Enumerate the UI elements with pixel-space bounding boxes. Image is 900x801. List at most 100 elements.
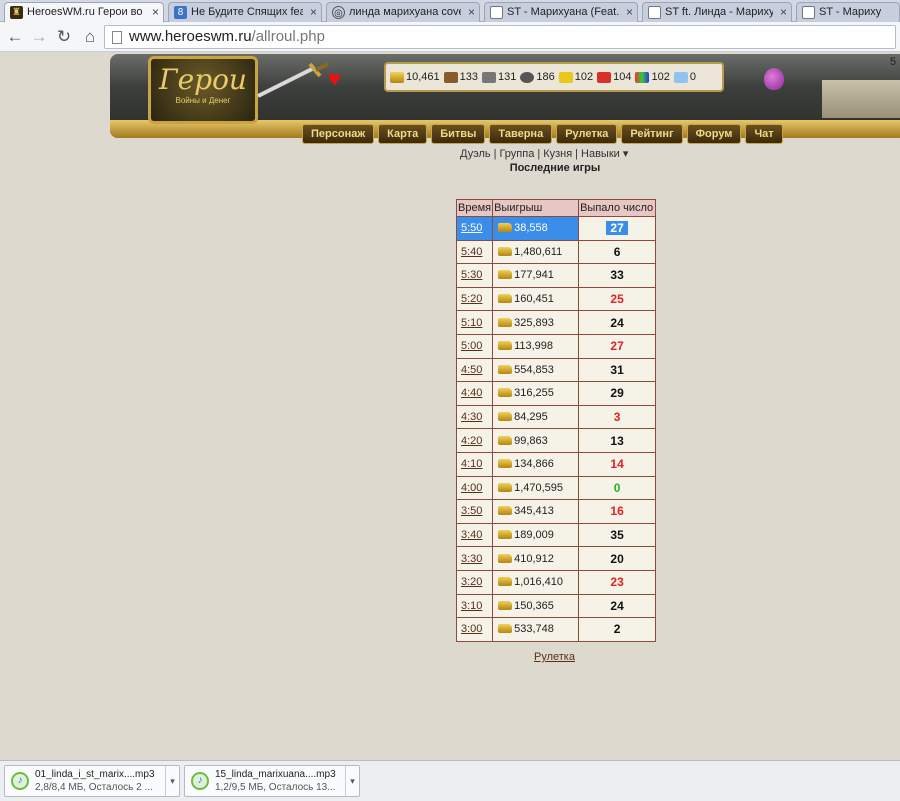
game-time-link[interactable]: 3:10 bbox=[459, 600, 482, 612]
tab-heroeswm[interactable]: ♜ HeroesWM.ru Герои во × bbox=[4, 2, 164, 23]
heroes-favicon-icon: ♜ bbox=[10, 6, 23, 19]
main-menu: Персонаж Карта Битвы Таверна Рулетка Рей… bbox=[302, 124, 787, 146]
close-tab-icon[interactable]: × bbox=[468, 5, 475, 19]
rolled-number: 23 bbox=[610, 575, 624, 590]
subnav-duel[interactable]: Дуэль bbox=[460, 148, 491, 160]
menu-character[interactable]: Персонаж bbox=[302, 124, 375, 144]
chevron-down-icon[interactable]: ▾ bbox=[165, 766, 179, 796]
home-icon[interactable]: ⌂ bbox=[79, 26, 101, 48]
gold-icon bbox=[498, 364, 513, 374]
page-favicon-icon bbox=[802, 6, 815, 19]
close-tab-icon[interactable]: × bbox=[780, 5, 787, 19]
tab-song-4[interactable]: ST - Марихуана ( bbox=[796, 2, 900, 22]
ore-icon bbox=[482, 71, 497, 83]
number-cell: 14 bbox=[578, 451, 657, 477]
game-time-link[interactable]: 4:40 bbox=[459, 387, 482, 399]
winnings-cell: 134,866 bbox=[492, 451, 580, 477]
download-item[interactable]: ♪ 01_linda_i_st_marix....mp3 2,8/8,4 МБ,… bbox=[4, 765, 180, 797]
download-item[interactable]: ♪ 15_linda_marixuana....mp3 1,2/9,5 МБ, … bbox=[184, 765, 360, 797]
time-cell: 3:20 bbox=[455, 569, 494, 595]
diamond-icon bbox=[673, 71, 688, 83]
game-header: Герои Войны и Денег ♥ 10,461 133 131 186… bbox=[110, 54, 900, 146]
winnings-value: 160,451 bbox=[514, 293, 554, 306]
winnings-value: 316,255 bbox=[514, 387, 554, 400]
game-time-link[interactable]: 5:40 bbox=[459, 246, 482, 258]
number-cell: 20 bbox=[578, 546, 657, 571]
game-time-link[interactable]: 3:40 bbox=[459, 529, 482, 541]
google-favicon-icon: 8 bbox=[174, 6, 187, 19]
table-row: 5:10 325,893 24 bbox=[455, 310, 657, 335]
time-cell: 3:10 bbox=[455, 593, 494, 619]
rolled-number: 20 bbox=[610, 551, 624, 566]
time-cell: 5:10 bbox=[455, 310, 494, 335]
subnav-group[interactable]: Группа bbox=[499, 148, 534, 160]
menu-rating[interactable]: Рейтинг bbox=[621, 124, 683, 144]
gems-icon bbox=[635, 71, 650, 83]
gold-icon bbox=[498, 624, 513, 634]
winnings-cell: 160,451 bbox=[492, 286, 580, 312]
game-time-link[interactable]: 5:50 bbox=[459, 222, 482, 234]
menu-forum[interactable]: Форум bbox=[686, 124, 742, 144]
menu-chat[interactable]: Чат bbox=[745, 124, 783, 144]
winnings-cell: 533,748 bbox=[492, 617, 580, 642]
game-time-link[interactable]: 3:20 bbox=[459, 576, 482, 588]
game-time-link[interactable]: 4:10 bbox=[459, 458, 482, 470]
tab-song-2[interactable]: ST - Марихуана (Feat. × bbox=[484, 2, 638, 22]
potion-flask-icon[interactable] bbox=[764, 68, 784, 90]
winnings-value: 38,558 bbox=[514, 222, 548, 235]
time-cell: 5:40 bbox=[455, 239, 494, 265]
separator: | bbox=[575, 148, 579, 160]
subnav-forge[interactable]: Кузня bbox=[543, 148, 572, 160]
back-arrow-icon[interactable]: ← bbox=[4, 26, 26, 48]
time-cell: 5:50 bbox=[455, 216, 494, 241]
menu-battles[interactable]: Битвы bbox=[431, 124, 486, 144]
winnings-value: 1,016,410 bbox=[514, 576, 564, 589]
game-time-link[interactable]: 4:00 bbox=[459, 482, 482, 494]
winnings-cell: 113,998 bbox=[492, 333, 580, 359]
winnings-value: 134,866 bbox=[514, 458, 554, 471]
page-favicon-icon bbox=[648, 6, 661, 19]
game-time-link[interactable]: 3:00 bbox=[459, 623, 482, 635]
menu-roulette[interactable]: Рулетка bbox=[556, 124, 618, 144]
game-time-link[interactable]: 4:20 bbox=[459, 435, 482, 447]
rolled-number: 14 bbox=[610, 457, 624, 472]
game-time-link[interactable]: 4:30 bbox=[459, 411, 482, 423]
address-bar[interactable]: www.heroeswm.ru/allroul.php bbox=[104, 25, 896, 49]
close-tab-icon[interactable]: × bbox=[310, 5, 317, 19]
gold-icon bbox=[498, 317, 513, 327]
winnings-cell: 99,863 bbox=[492, 428, 580, 453]
close-tab-icon[interactable]: × bbox=[626, 5, 633, 19]
forward-arrow-icon[interactable]: → bbox=[28, 26, 50, 48]
subnav-skills[interactable]: Навыки ▾ bbox=[581, 148, 628, 160]
menu-map[interactable]: Карта bbox=[378, 124, 428, 144]
game-time-link[interactable]: 5:20 bbox=[459, 293, 482, 305]
tab-search[interactable]: ◎ линда марихуана cover × bbox=[326, 2, 480, 22]
winnings-cell: 38,558 bbox=[492, 216, 580, 241]
game-time-link[interactable]: 5:10 bbox=[459, 317, 482, 329]
game-time-link[interactable]: 3:50 bbox=[459, 505, 482, 517]
header-time: Время bbox=[455, 199, 494, 217]
tab-song-1[interactable]: 8 Не Будите Спящих feat × bbox=[168, 2, 322, 22]
close-tab-icon[interactable]: × bbox=[152, 5, 159, 19]
table-row: 4:30 84,295 3 bbox=[455, 404, 657, 430]
sword-icon bbox=[257, 62, 329, 98]
rolled-number: 0 bbox=[613, 480, 621, 495]
reload-icon[interactable]: ↻ bbox=[53, 26, 75, 48]
resource-gems: 102 bbox=[635, 71, 670, 83]
heart-icon[interactable]: ♥ bbox=[328, 66, 341, 92]
tab-song-3[interactable]: ST ft. Линда - Марихуа × bbox=[642, 2, 792, 22]
chevron-down-icon[interactable]: ▾ bbox=[345, 766, 359, 796]
game-logo[interactable]: Герои Войны и Денег bbox=[148, 56, 258, 124]
winnings-value: 189,009 bbox=[514, 529, 554, 542]
game-time-link[interactable]: 5:00 bbox=[459, 340, 482, 352]
rolled-number: 25 bbox=[610, 292, 624, 307]
menu-tavern[interactable]: Таверна bbox=[489, 124, 553, 144]
gold-icon bbox=[498, 412, 513, 422]
game-time-link[interactable]: 5:30 bbox=[459, 269, 482, 281]
game-time-link[interactable]: 3:30 bbox=[459, 553, 482, 565]
recent-games-table: Время Выигрыш Выпало число 5:50 38,558 27 5… bbox=[455, 199, 657, 642]
winnings-value: 345,413 bbox=[514, 505, 554, 518]
table-row: 4:40 316,255 29 bbox=[455, 381, 657, 406]
roulette-link[interactable]: Рулетка bbox=[534, 651, 575, 663]
game-time-link[interactable]: 4:50 bbox=[459, 364, 482, 376]
